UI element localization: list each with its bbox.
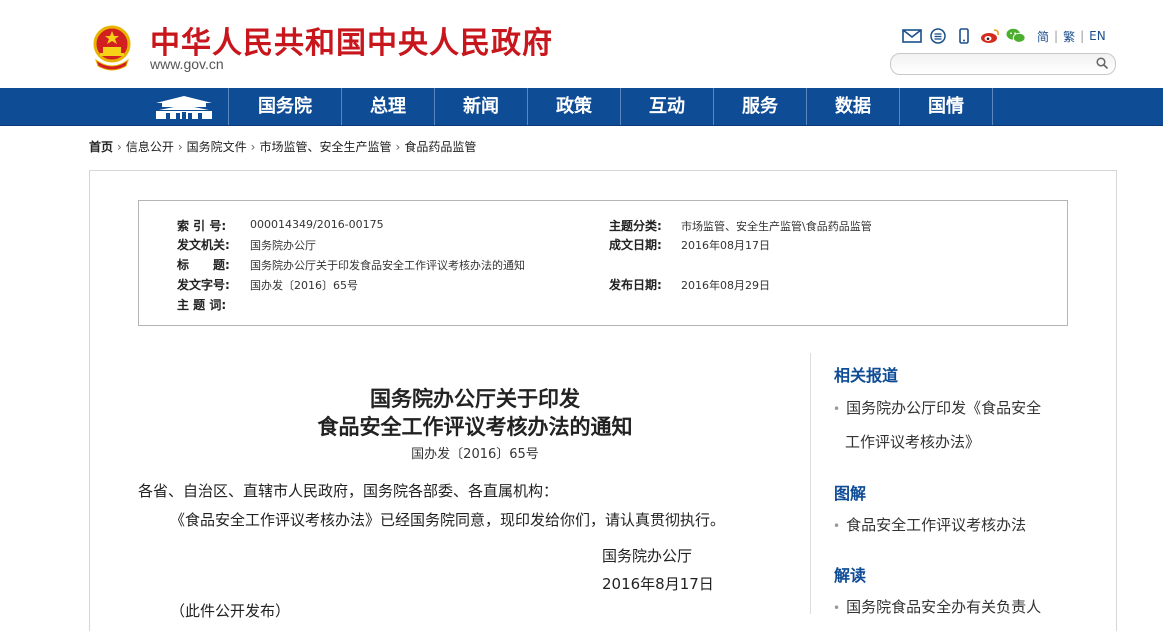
nav-home-button[interactable]	[140, 88, 229, 125]
lang-traditional-link[interactable]: 繁	[1063, 28, 1075, 45]
document-publication-note: （此件公开发布）	[170, 602, 291, 620]
sidebar-interpret-heading: 解读	[834, 566, 867, 585]
meta-date-value: 2016年08月17日	[681, 239, 770, 252]
meta-pubdate-value: 2016年08月29日	[681, 279, 770, 292]
tiananmen-icon	[156, 95, 212, 119]
search-icon[interactable]	[1095, 56, 1109, 70]
bullet-icon: •	[833, 601, 841, 615]
sidebar-graphic-item-text[interactable]: 食品安全工作评议考核办法	[846, 516, 1026, 534]
meta-topic-value: 市场监管、安全生产监管\食品药品监管	[681, 220, 872, 233]
sidebar-graphic-heading: 图解	[834, 484, 867, 503]
meta-keywords-label: 主 题 词:	[177, 298, 227, 312]
meta-date-label: 成文日期:	[609, 238, 662, 252]
document-signature: 国务院办公厅	[602, 547, 693, 565]
document-number: 国办发〔2016〕65号	[411, 447, 539, 462]
search-box	[890, 53, 1116, 75]
breadcrumb-food-drug[interactable]: 食品药品监管	[404, 140, 476, 154]
lang-english-link[interactable]: EN	[1089, 29, 1106, 43]
nav-item-news[interactable]: 新闻	[435, 88, 528, 125]
lang-separator: |	[1080, 29, 1085, 43]
meta-issuer-value: 国务院办公厅	[250, 239, 316, 252]
sidebar-related-item-line1[interactable]: 国务院办公厅印发《食品安全	[846, 399, 1041, 417]
wechat-icon[interactable]	[1006, 27, 1026, 45]
main-nav: 国务院 总理 新闻 政策 互动 服务 数据 国情	[0, 88, 1163, 126]
meta-title-label: 标 题:	[177, 258, 230, 272]
breadcrumb-market-regulation[interactable]: 市场监管、安全生产监管	[259, 140, 391, 154]
breadcrumb-home[interactable]: 首页	[89, 140, 113, 154]
breadcrumb-chevron-icon: ›	[395, 140, 401, 154]
national-emblem-icon[interactable]	[90, 24, 134, 72]
breadcrumb: 首页 › 信息公开 › 国务院文件 › 市场监管、安全生产监管 › 食品药品监管	[89, 138, 476, 155]
weibo-icon[interactable]	[980, 27, 1000, 45]
bullet-icon: •	[833, 519, 841, 533]
header-tools: 简 | 繁 | EN	[902, 26, 1111, 46]
meta-pubdate-label: 发布日期:	[609, 278, 662, 292]
rss-list-icon[interactable]	[928, 27, 948, 45]
document-sign-date: 2016年8月17日	[602, 575, 714, 593]
mail-icon[interactable]	[902, 27, 922, 45]
lang-separator: |	[1054, 29, 1059, 43]
site-header: 中华人民共和国中央人民政府 www.gov.cn 简 | 繁 | EN	[0, 0, 1163, 88]
bullet-icon: •	[833, 402, 841, 416]
meta-topic-label: 主题分类:	[609, 219, 662, 233]
mobile-icon[interactable]	[954, 27, 974, 45]
nav-item-interaction[interactable]: 互动	[621, 88, 714, 125]
document-title-line2: 食品安全工作评议考核办法的通知	[317, 414, 633, 439]
search-input[interactable]	[899, 56, 1093, 73]
meta-issuer-label: 发文机关:	[177, 238, 230, 252]
breadcrumb-chevron-icon: ›	[117, 140, 122, 154]
breadcrumb-info-disclosure[interactable]: 信息公开	[126, 140, 174, 154]
breadcrumb-chevron-icon: ›	[250, 140, 256, 154]
sidebar-interpret-item-text[interactable]: 国务院食品安全办有关负责人	[846, 598, 1041, 616]
meta-docno-value: 国办发〔2016〕65号	[250, 279, 358, 292]
nav-item-policy[interactable]: 政策	[528, 88, 621, 125]
breadcrumb-chevron-icon: ›	[177, 140, 183, 154]
nav-item-premier[interactable]: 总理	[342, 88, 435, 125]
nav-item-service[interactable]: 服务	[714, 88, 807, 125]
document-metadata-table: 索 引 号: 000014349/2016-00175 主题分类: 市场监管、安…	[138, 200, 1068, 326]
site-url[interactable]: www.gov.cn	[150, 56, 224, 72]
lang-simplified-link[interactable]: 简	[1037, 28, 1049, 45]
document-body-paragraph: 《食品安全工作评议考核办法》已经国务院同意，现印发给你们，请认真贯彻执行。	[170, 511, 726, 529]
document-addressee: 各省、自治区、直辖市人民政府，国务院各部委、各直属机构：	[138, 482, 559, 500]
meta-docno-label: 发文字号:	[177, 278, 230, 292]
document-title-line1: 国务院办公厅关于印发	[370, 386, 580, 411]
sidebar-graphic-item[interactable]: • 食品安全工作评议考核办法	[833, 514, 1026, 535]
nav-item-state-council[interactable]: 国务院	[229, 88, 342, 125]
nav-item-data[interactable]: 数据	[807, 88, 900, 125]
sidebar-divider	[810, 353, 811, 614]
nav-item-national-info[interactable]: 国情	[900, 88, 993, 125]
sidebar-related-heading: 相关报道	[834, 366, 899, 385]
meta-title-value: 国务院办公厅关于印发食品安全工作评议考核办法的通知	[250, 259, 525, 272]
sidebar-related-item-cont[interactable]: 工作评议考核办法》	[845, 431, 980, 452]
breadcrumb-state-council-docs[interactable]: 国务院文件	[187, 140, 247, 154]
meta-index-label: 索 引 号:	[177, 219, 227, 233]
sidebar-related-item[interactable]: • 国务院办公厅印发《食品安全	[833, 397, 1041, 418]
meta-index-value: 000014349/2016-00175	[250, 218, 384, 231]
